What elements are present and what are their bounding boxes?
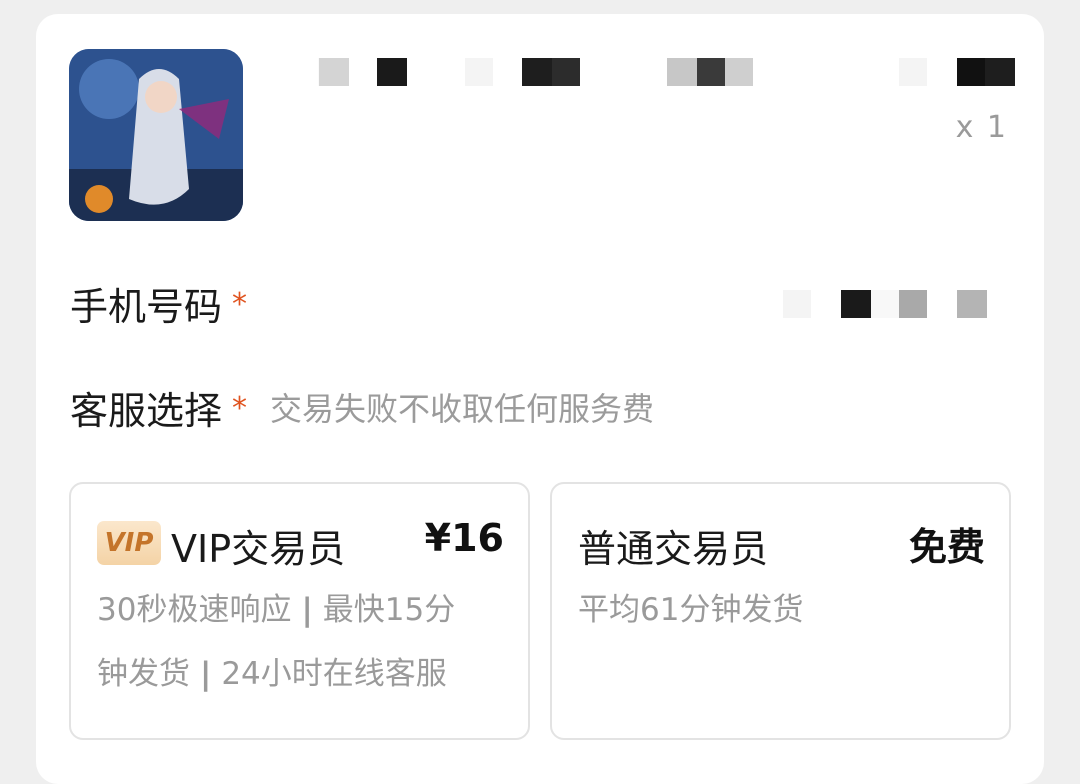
redacted-block (377, 58, 407, 86)
vip-option-title: VIP交易员 (171, 527, 346, 571)
service-hint: 交易失败不收取任何服务费 (270, 390, 655, 428)
redacted-block (783, 290, 811, 318)
redacted-block (871, 290, 899, 318)
separator: | (301, 592, 313, 628)
redacted-block (697, 58, 725, 86)
phone-label: 手机号码 * (70, 276, 247, 331)
redacted-block (725, 58, 753, 86)
product-thumbnail (69, 49, 243, 221)
service-label-text: 客服选择 (70, 389, 223, 433)
normal-option-desc: 平均61分钟发货 (578, 592, 804, 628)
required-mark: * (232, 391, 248, 426)
redacted-block (667, 58, 697, 86)
normal-trader-option[interactable]: 普通交易员 免费 平均61分钟发货 (550, 482, 1011, 740)
normal-option-title: 普通交易员 (578, 527, 769, 571)
vip-desc-fastest: 最快15分 (322, 592, 456, 628)
redacted-block (552, 58, 580, 86)
quantity-label: x 1 (955, 110, 1008, 145)
redacted-block (841, 290, 871, 318)
required-mark: * (232, 287, 248, 322)
redacted-block (465, 58, 493, 86)
redacted-block (899, 58, 927, 86)
vip-option-desc-line1: 30秒极速响应 | 最快15分 (97, 578, 455, 642)
redacted-block (957, 58, 985, 86)
vip-badge-icon: VIP (97, 521, 161, 565)
separator: | (200, 656, 212, 692)
phone-label-text: 手机号码 (70, 285, 223, 329)
redacted-block (957, 290, 987, 318)
vip-option-desc-line2: 钟发货 | 24小时在线客服 (97, 642, 447, 706)
vip-desc-response: 30秒极速响应 (97, 592, 292, 628)
vip-desc-support: 24小时在线客服 (221, 656, 447, 692)
redacted-block (899, 290, 927, 318)
order-card: x 1 手机号码 * 客服选择 * 交易失败不收取任何服务费 VIP VIP交易员 … (36, 14, 1044, 784)
redacted-block (985, 58, 1015, 86)
vip-trader-option[interactable]: VIP VIP交易员 ¥16 30秒极速响应 | 最快15分 钟发货 | 24小时在线客… (69, 482, 530, 740)
service-label: 客服选择 * (70, 380, 247, 435)
redacted-block (319, 58, 349, 86)
vip-desc-delivery: 钟发货 (97, 656, 190, 692)
vip-option-price: ¥16 (424, 516, 504, 560)
game-art-image (69, 49, 243, 221)
normal-option-price: 免费 (908, 525, 985, 569)
redacted-block (522, 58, 552, 86)
